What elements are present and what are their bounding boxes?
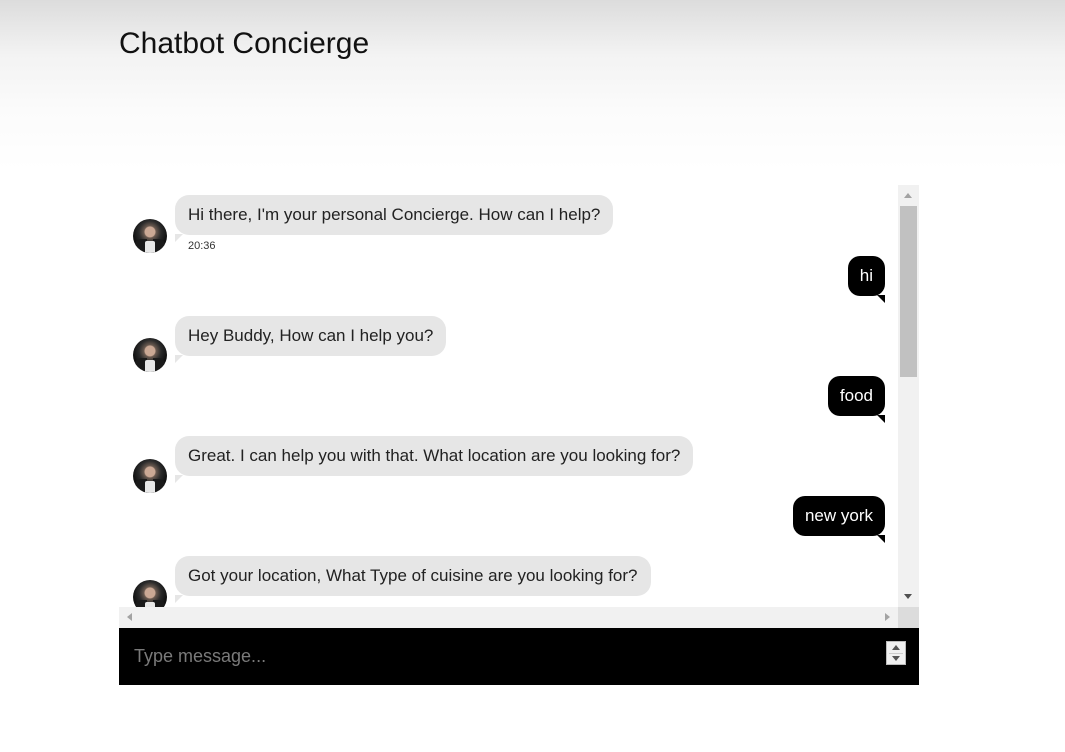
- bot-avatar: [133, 338, 167, 372]
- horizontal-scrollbar[interactable]: [119, 607, 898, 628]
- message-input[interactable]: [134, 628, 874, 685]
- page-title: Chatbot Concierge: [119, 27, 370, 60]
- chat-window: Hi there, I'm your personal Concierge. H…: [119, 185, 919, 685]
- scrollbar-thumb[interactable]: [900, 206, 917, 377]
- user-message-bubble: food: [827, 376, 886, 423]
- message-timestamp: 20:36: [188, 240, 216, 252]
- bot-avatar: [133, 459, 167, 493]
- bot-message-bubble: Got your location, What Type of cuisine …: [175, 556, 651, 603]
- spinner-down-icon[interactable]: [892, 656, 900, 661]
- bot-message-bubble: Great. I can help you with that. What lo…: [175, 436, 694, 483]
- vertical-scrollbar[interactable]: [898, 185, 919, 607]
- user-message-bubble: hi: [847, 256, 886, 303]
- message-input-bar: [119, 628, 919, 685]
- bot-avatar: [133, 580, 167, 607]
- bot-avatar: [133, 219, 167, 253]
- scroll-right-icon[interactable]: [885, 613, 890, 621]
- scroll-up-icon[interactable]: [904, 193, 912, 198]
- spinner-up-icon[interactable]: [892, 645, 900, 650]
- scrollbar-corner: [898, 607, 919, 628]
- messages-list[interactable]: Hi there, I'm your personal Concierge. H…: [119, 185, 898, 607]
- spinner-icon[interactable]: [886, 641, 906, 665]
- scroll-left-icon[interactable]: [127, 613, 132, 621]
- bot-message-bubble: Hi there, I'm your personal Concierge. H…: [175, 195, 614, 242]
- scroll-down-icon[interactable]: [904, 594, 912, 599]
- bot-message-bubble: Hey Buddy, How can I help you?: [175, 316, 447, 363]
- user-message-bubble: new york: [792, 496, 886, 543]
